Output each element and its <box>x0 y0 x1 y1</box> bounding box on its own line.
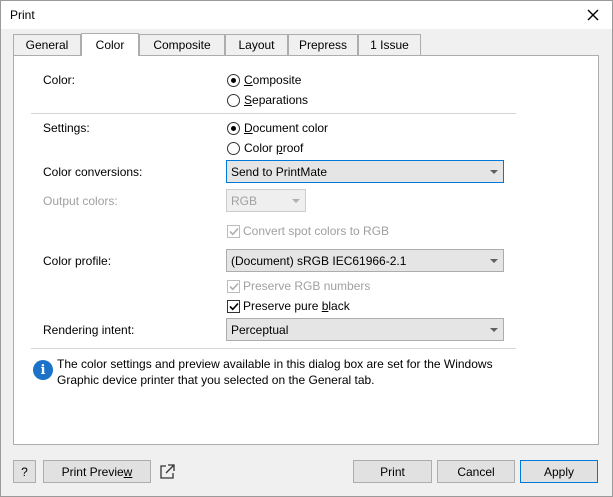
print-dialog: Print General Color Composite Layout Pre… <box>0 0 613 497</box>
checkmark-icon <box>228 227 239 235</box>
tab-general[interactable]: General <box>13 34 81 55</box>
info-icon: i <box>33 360 53 380</box>
checkmark-icon <box>228 282 239 290</box>
chevron-down-icon <box>490 170 498 174</box>
color-conversions-select[interactable]: Send to PrintMate <box>226 160 504 183</box>
rendering-intent-label: Rendering intent: <box>43 323 135 337</box>
close-icon <box>587 9 599 21</box>
tab-1-issue[interactable]: 1 Issue <box>358 34 421 55</box>
radio-composite-label: Composite <box>244 73 302 87</box>
checkbox-box <box>227 279 240 293</box>
color-profile-select[interactable]: (Document) sRGB IEC61966-2.1 <box>226 249 504 272</box>
radio-separations-label: Separations <box>244 93 309 107</box>
radio-color-proof[interactable]: Color proof <box>227 141 303 155</box>
color-label: Color: <box>43 73 76 87</box>
separator <box>31 113 516 114</box>
chevron-down-icon <box>490 328 498 332</box>
preserve-pure-black-checkbox[interactable]: Preserve pure black <box>227 299 350 313</box>
rendering-intent-select[interactable]: Perceptual <box>226 318 504 341</box>
radio-composite[interactable]: Composite <box>227 73 301 87</box>
open-external-icon[interactable] <box>158 463 176 481</box>
info-message: The color settings and preview available… <box>57 357 493 387</box>
radio-indicator <box>227 93 240 107</box>
checkmark-icon <box>228 302 239 310</box>
print-button[interactable]: Print <box>353 460 432 483</box>
radio-indicator <box>227 121 240 135</box>
tab-prepress[interactable]: Prepress <box>288 34 358 55</box>
tab-color[interactable]: Color <box>81 33 139 56</box>
radio-separations[interactable]: Separations <box>227 93 308 107</box>
output-colors-select[interactable]: RGB <box>226 189 306 212</box>
apply-button[interactable]: Apply <box>520 460 598 483</box>
checkbox-box <box>227 224 240 238</box>
title-bar: Print <box>1 1 612 29</box>
separator <box>31 348 516 349</box>
output-colors-label: Output colors: <box>43 194 118 208</box>
checkbox-box <box>227 299 240 313</box>
tab-layout[interactable]: Layout <box>225 34 288 55</box>
radio-color-proof-label: Color proof <box>244 141 304 155</box>
close-button[interactable] <box>580 3 606 27</box>
window-title: Print <box>10 8 35 22</box>
radio-indicator <box>227 141 240 155</box>
print-preview-button[interactable]: Print Preview <box>43 460 151 483</box>
preserve-rgb-checkbox[interactable]: Preserve RGB numbers <box>227 279 370 293</box>
convert-spot-colors-checkbox[interactable]: Convert spot colors to RGB <box>227 224 389 238</box>
settings-label: Settings: <box>43 121 90 135</box>
radio-document-color[interactable]: Document color <box>227 121 328 135</box>
cancel-button[interactable]: Cancel <box>437 460 515 483</box>
color-tab-panel: Color: Composite Separations Settings: D… <box>13 55 599 445</box>
color-conversions-label: Color conversions: <box>43 165 143 179</box>
chevron-down-icon <box>490 259 498 263</box>
color-profile-label: Color profile: <box>43 254 112 268</box>
help-button[interactable]: ? <box>13 460 36 483</box>
tab-composite[interactable]: Composite <box>139 34 225 55</box>
radio-indicator <box>227 73 240 87</box>
radio-document-color-label: Document color <box>244 121 329 135</box>
chevron-down-icon <box>292 199 300 203</box>
